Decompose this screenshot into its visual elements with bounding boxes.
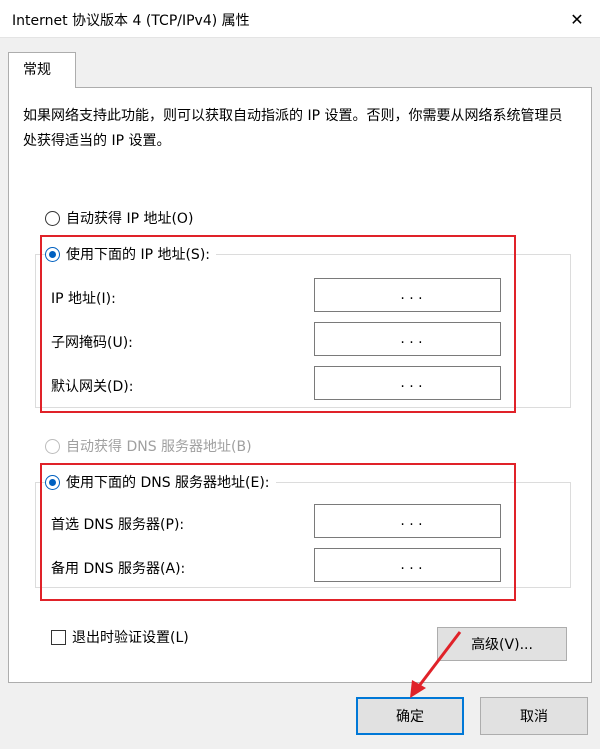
window-title: Internet 协议版本 4 (TCP/IPv4) 属性 — [12, 13, 250, 29]
default-gateway-input[interactable]: . . . — [314, 366, 501, 400]
radio-manual-ip-label: 使用下面的 IP 地址(S): — [66, 247, 210, 263]
info-text: 如果网络支持此功能，则可以获取自动指派的 IP 设置。否则，你需要从网络系统管理… — [23, 108, 563, 149]
ip-address-label: IP 地址(I): — [51, 291, 116, 307]
radio-manual-ip-indicator[interactable] — [45, 246, 60, 262]
validate-settings-label: 退出时验证设置(L) — [72, 630, 189, 646]
close-icon: ✕ — [570, 9, 584, 29]
preferred-dns-label: 首选 DNS 服务器(P): — [51, 517, 185, 533]
subnet-mask-input[interactable]: . . . — [314, 322, 501, 356]
default-gateway-label: 默认网关(D): — [51, 379, 134, 395]
preferred-dns-value: . . . — [400, 513, 423, 529]
radio-manual-dns-label: 使用下面的 DNS 服务器地址(E): — [66, 475, 270, 491]
subnet-mask-label: 子网掩码(U): — [51, 335, 133, 351]
subnet-mask-value: . . . — [400, 331, 423, 347]
ok-button[interactable]: 确定 — [356, 697, 464, 735]
alternate-dns-input[interactable]: . . . — [314, 548, 501, 582]
ip-address-input[interactable]: . . . — [314, 278, 501, 312]
validate-settings-box[interactable] — [51, 629, 66, 645]
alternate-dns-value: . . . — [400, 557, 423, 573]
preferred-dns-input[interactable]: . . . — [314, 504, 501, 538]
alternate-dns-label: 备用 DNS 服务器(A): — [51, 561, 186, 577]
radio-auto-dns-indicator[interactable] — [45, 438, 60, 454]
close-button[interactable]: ✕ — [554, 0, 600, 38]
radio-auto-dns[interactable]: 自动获得 DNS 服务器地址(B) — [45, 436, 252, 456]
radio-manual-dns[interactable]: 使用下面的 DNS 服务器地址(E): — [45, 472, 276, 492]
radio-manual-ip[interactable]: 使用下面的 IP 地址(S): — [45, 244, 216, 264]
default-gateway-value: . . . — [400, 375, 423, 391]
validate-settings-checkbox[interactable]: 退出时验证设置(L) — [51, 627, 189, 647]
cancel-button[interactable]: 取消 — [480, 697, 588, 735]
radio-manual-dns-indicator[interactable] — [45, 474, 60, 490]
radio-auto-ip[interactable]: 自动获得 IP 地址(O) — [45, 208, 193, 228]
radio-auto-ip-label: 自动获得 IP 地址(O) — [66, 211, 194, 227]
tab-general[interactable]: 常规 — [8, 52, 76, 88]
advanced-button[interactable]: 高级(V)... — [437, 627, 567, 661]
tab-panel-general: 如果网络支持此功能，则可以获取自动指派的 IP 设置。否则，你需要从网络系统管理… — [8, 87, 592, 683]
ip-address-value: . . . — [400, 287, 423, 303]
title-bar: Internet 协议版本 4 (TCP/IPv4) 属性 ✕ — [0, 0, 600, 38]
tab-strip: 常规 — [0, 38, 600, 88]
radio-auto-ip-indicator[interactable] — [45, 210, 60, 226]
radio-auto-dns-label: 自动获得 DNS 服务器地址(B) — [66, 439, 252, 455]
